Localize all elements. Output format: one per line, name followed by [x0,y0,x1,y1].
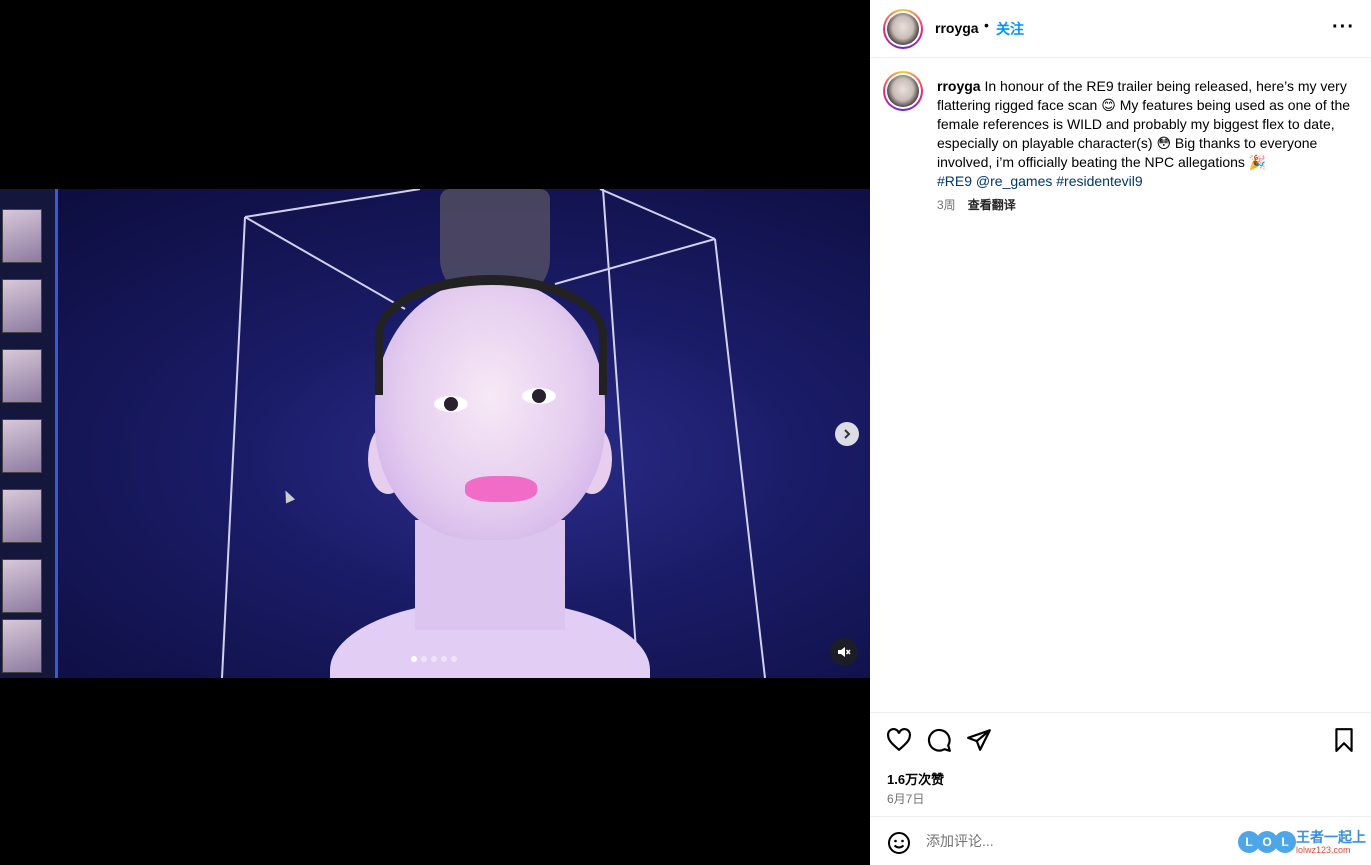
bookmark-icon[interactable] [1331,727,1357,753]
carousel-dot [431,656,437,662]
post-age: 3周 [937,198,956,212]
watermark-url: lolwz123.com [1296,845,1351,855]
comment-input[interactable] [926,833,1226,849]
more-options-button[interactable]: ··· [1332,16,1355,39]
comment-bubble-icon[interactable] [926,727,952,753]
avatar-image [887,75,919,107]
speaker-muted-icon [838,647,851,657]
site-watermark: L O L 王者一起上 lolwz123.com [1238,825,1368,861]
chevron-right-icon [844,429,851,439]
username-link[interactable]: rroyga [935,20,979,36]
watermark-text: 王者一起上 [1296,829,1366,845]
caption-meta: 3周 查看翻译 [937,196,1016,213]
send-icon[interactable] [966,727,992,753]
face-scan-eye [522,388,556,404]
carousel-dot [421,656,427,662]
caption-hashtags[interactable]: #RE9 @re_games #residentevil9 [937,173,1143,189]
post-date: 6月7日 [887,792,925,806]
follow-button[interactable]: 关注 [996,19,1024,39]
separator-dot: • [984,17,989,33]
carousel-indicator [411,656,457,662]
heart-icon[interactable] [886,727,912,753]
watermark-letter: L [1274,831,1296,853]
media-viewer [0,0,870,865]
like-count[interactable]: 1.6万次赞 [887,769,944,788]
avatar-image [887,13,919,45]
face-scan-lips [465,476,537,502]
carousel-dot [441,656,447,662]
see-translation-link[interactable]: 查看翻译 [968,196,1016,213]
post-header: rroyga • 关注 ··· [870,0,1371,58]
comment-bar: L O L 王者一起上 lolwz123.com [870,816,1371,865]
avatar[interactable] [883,9,923,49]
caption-username-link[interactable]: rroyga [937,78,981,94]
carousel-dot [451,656,457,662]
caption-avatar[interactable] [883,71,923,111]
mute-toggle-button[interactable] [830,638,858,666]
action-bar: 1.6万次赞 6月7日 [870,712,1371,816]
post-panel: rroyga • 关注 ··· rroyga In honour of the … [870,0,1371,865]
caption-text: In honour of the RE9 trailer being relea… [937,78,1351,170]
emoji-icon[interactable] [887,831,911,855]
carousel-next-button[interactable] [835,422,859,446]
face-scan-eye [434,396,468,412]
post-caption: rroyga In honour of the RE9 trailer bein… [937,77,1355,191]
face-scan-headband [375,275,607,395]
carousel-dot [411,656,417,662]
video-player[interactable] [0,189,870,678]
